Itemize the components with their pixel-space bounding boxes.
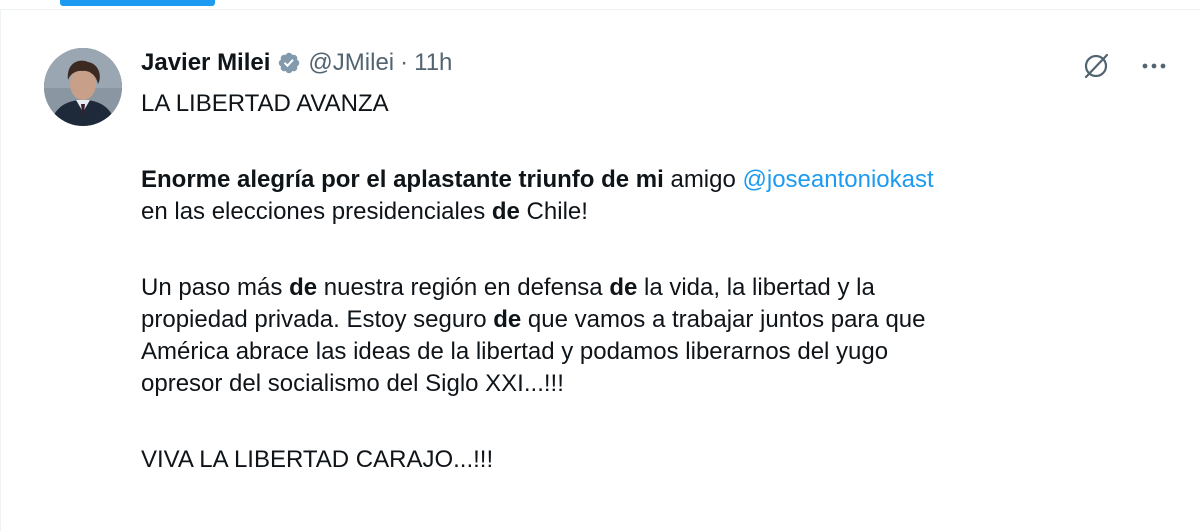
- bold-text: de: [493, 306, 522, 333]
- tweet-body: LA LIBERTAD AVANZA Enorme alegría por el…: [141, 88, 1161, 476]
- grok-icon[interactable]: [1080, 50, 1112, 82]
- author-handle[interactable]: @JMilei: [308, 49, 394, 77]
- text: Chile!: [519, 198, 588, 225]
- text: América abrace las ideas de la libertad …: [141, 338, 889, 365]
- text: nuestra región en defensa: [317, 274, 610, 301]
- header-separator: ·: [400, 49, 409, 76]
- tweet-time[interactable]: 11h: [414, 49, 452, 77]
- tweet-paragraph-3: Un paso más de nuestra región en defensa…: [141, 272, 1161, 400]
- active-tab-indicator: [60, 0, 215, 6]
- text: amigo: [663, 166, 743, 193]
- author-name[interactable]: Javier Milei: [141, 49, 270, 77]
- text: propiedad privada. Estoy seguro: [141, 306, 494, 333]
- tweet[interactable]: Javier Milei @JMilei · 11h LA LIBERTAD A…: [0, 10, 1200, 531]
- tweet-actions: [1080, 50, 1170, 82]
- text: la vida, la libertad y la: [637, 274, 875, 301]
- more-icon[interactable]: [1138, 50, 1170, 82]
- text: opresor del socialismo del Siglo XXI...!…: [141, 370, 564, 397]
- avatar[interactable]: [44, 48, 122, 126]
- bold-text: Enorme alegría por el aplastante triunfo…: [141, 166, 664, 193]
- text: en las elecciones presidenciales: [141, 198, 492, 225]
- avatar-image: [44, 48, 122, 126]
- tweet-paragraph-2: Enorme alegría por el aplastante triunfo…: [141, 164, 1161, 228]
- tweet-closing: VIVA LA LIBERTAD CARAJO...!!!: [141, 446, 494, 473]
- bold-text: de: [491, 198, 520, 225]
- tweet-header: Javier Milei @JMilei · 11h: [141, 46, 452, 80]
- verified-badge-icon[interactable]: [277, 51, 301, 75]
- tweet-line-1: LA LIBERTAD AVANZA: [141, 90, 389, 117]
- bold-text: de: [609, 274, 638, 301]
- text: que vamos a trabajar juntos para que: [521, 306, 926, 333]
- text: Un paso más: [141, 274, 290, 301]
- bold-text: de: [289, 274, 318, 301]
- mention-link[interactable]: @joseantoniokast: [743, 166, 934, 193]
